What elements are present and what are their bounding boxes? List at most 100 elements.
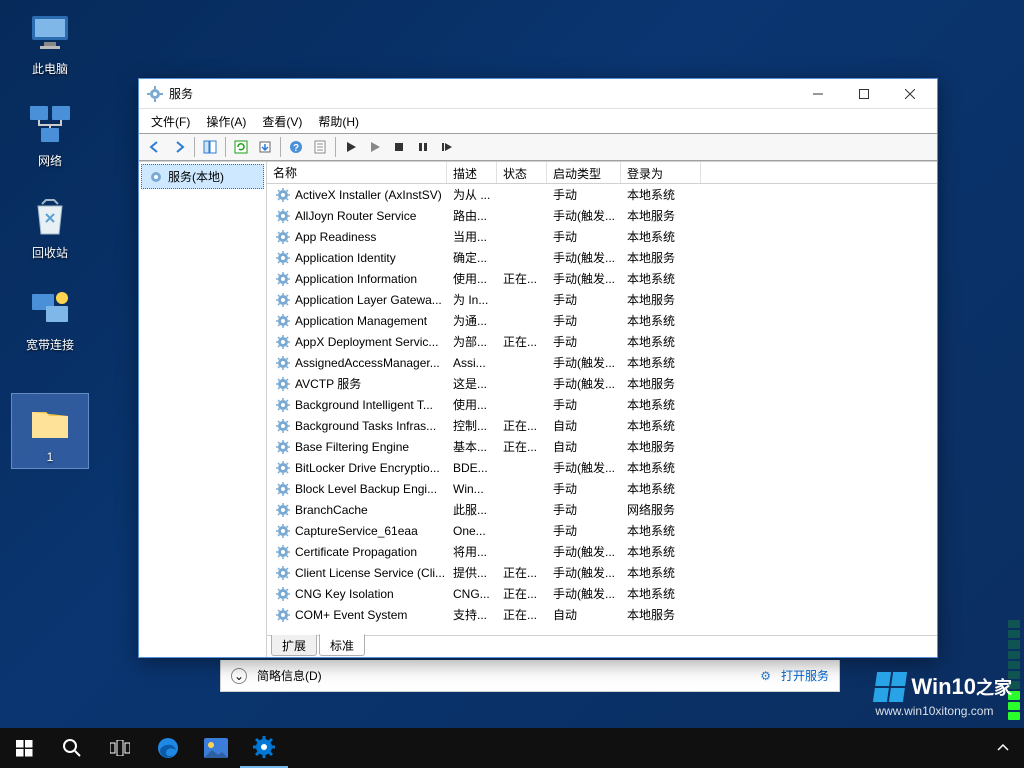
help-button[interactable]: ?	[284, 135, 308, 159]
column-header-state[interactable]: 状态	[497, 162, 547, 183]
folder-icon	[26, 398, 74, 446]
service-row[interactable]: Certificate Propagation将用...手动(触发...本地系统	[267, 541, 937, 562]
chevron-down-icon[interactable]: ⌄	[231, 668, 247, 684]
minimize-button[interactable]	[795, 79, 841, 109]
cell-start: 手动	[547, 396, 621, 413]
close-button[interactable]	[887, 79, 933, 109]
service-row[interactable]: CNG Key IsolationCNG...正在...手动(触发...本地系统	[267, 583, 937, 604]
service-row[interactable]: CaptureService_61eaaOne...手动本地系统	[267, 520, 937, 541]
taskbar[interactable]	[0, 728, 1024, 768]
cell-start: 手动	[547, 522, 621, 539]
cell-start: 手动	[547, 333, 621, 350]
service-row[interactable]: Application Identity确定...手动(触发...本地服务	[267, 247, 937, 268]
cell-name: Application Identity	[267, 250, 447, 266]
search-button[interactable]	[48, 728, 96, 768]
service-row[interactable]: AllJoyn Router Service路由...手动(触发...本地服务	[267, 205, 937, 226]
cell-start: 手动(触发...	[547, 207, 621, 224]
service-row[interactable]: Background Tasks Infras...控制...正在...自动本地…	[267, 415, 937, 436]
pause-service-button[interactable]	[411, 135, 435, 159]
cell-name: COM+ Event System	[267, 607, 447, 623]
cell-state: 正在...	[497, 606, 547, 623]
recycle-bin-icon	[26, 192, 74, 240]
tree-node-label: 服务(本地)	[168, 168, 224, 185]
service-row[interactable]: BitLocker Drive Encryptio...BDE...手动(触发.…	[267, 457, 937, 478]
service-row[interactable]: Application Layer Gatewa...为 In...手动本地服务	[267, 289, 937, 310]
cell-desc: Win...	[447, 482, 497, 496]
desktop-icon-this-pc[interactable]: 此电脑	[12, 8, 88, 77]
taskbar-edge[interactable]	[144, 728, 192, 768]
cell-logon: 本地系统	[621, 354, 701, 371]
cell-logon: 本地系统	[621, 459, 701, 476]
this-pc-icon	[26, 8, 74, 56]
column-header-description[interactable]: 描述	[447, 162, 497, 183]
task-view-button[interactable]	[96, 728, 144, 768]
gear-icon	[275, 481, 291, 497]
cell-desc: CNG...	[447, 587, 497, 601]
desktop-icon-recycle-bin[interactable]: 回收站	[12, 192, 88, 261]
menu-help[interactable]: 帮助(H)	[310, 111, 367, 132]
cell-name: CNG Key Isolation	[267, 586, 447, 602]
tab-standard[interactable]: 标准	[319, 634, 365, 656]
list-header: 名称 描述 状态 启动类型 登录为	[267, 162, 937, 184]
forward-button[interactable]	[167, 135, 191, 159]
cell-desc: 为通...	[447, 312, 497, 329]
back-button[interactable]	[143, 135, 167, 159]
cell-desc: 当用...	[447, 228, 497, 245]
export-list-button[interactable]	[253, 135, 277, 159]
cell-logon: 本地系统	[621, 396, 701, 413]
desktop-icon-broadband[interactable]: 宽带连接	[12, 284, 88, 353]
service-row[interactable]: Background Intelligent T...使用...手动本地系统	[267, 394, 937, 415]
stop-service-button[interactable]	[387, 135, 411, 159]
service-row[interactable]: ActiveX Installer (AxInstSV)为从 ...手动本地系统	[267, 184, 937, 205]
desktop-icon-network[interactable]: 网络	[12, 100, 88, 169]
column-header-name[interactable]: 名称	[267, 162, 447, 183]
cell-state: 正在...	[497, 417, 547, 434]
maximize-button[interactable]	[841, 79, 887, 109]
desktop-icon-label: 网络	[12, 152, 88, 169]
service-row[interactable]: Base Filtering Engine基本...正在...自动本地服务	[267, 436, 937, 457]
service-row[interactable]: AVCTP 服务这是...手动(触发...本地服务	[267, 373, 937, 394]
taskbar-pictures[interactable]	[192, 728, 240, 768]
desktop-icon-label: 宽带连接	[12, 336, 88, 353]
cell-name: ActiveX Installer (AxInstSV)	[267, 187, 447, 203]
service-row[interactable]: App Readiness当用...手动本地系统	[267, 226, 937, 247]
open-services-link[interactable]: 打开服务	[781, 667, 829, 684]
service-row[interactable]: Block Level Backup Engi...Win...手动本地系统	[267, 478, 937, 499]
service-list[interactable]: ActiveX Installer (AxInstSV)为从 ...手动本地系统…	[267, 184, 937, 635]
tray-chevron-up[interactable]	[988, 728, 1018, 768]
menu-action[interactable]: 操作(A)	[198, 111, 254, 132]
tree-pane[interactable]: 服务(本地)	[139, 162, 267, 657]
cell-start: 手动(触发...	[547, 459, 621, 476]
start-service-button[interactable]	[339, 135, 363, 159]
menu-file[interactable]: 文件(F)	[143, 111, 198, 132]
service-row[interactable]: COM+ Event System支持...正在...自动本地服务	[267, 604, 937, 625]
desktop-icon-folder-1[interactable]: 1	[12, 394, 88, 468]
service-row[interactable]: AssignedAccessManager...Assi...手动(触发...本…	[267, 352, 937, 373]
cell-state: 正在...	[497, 585, 547, 602]
service-row[interactable]: Application Information使用...正在...手动(触发..…	[267, 268, 937, 289]
cell-name: BranchCache	[267, 502, 447, 518]
desktop-icon-label: 1	[12, 450, 88, 464]
service-row[interactable]: Application Management为通...手动本地系统	[267, 310, 937, 331]
tab-extended[interactable]: 扩展	[271, 635, 317, 656]
service-row[interactable]: BranchCache此服...手动网络服务	[267, 499, 937, 520]
service-row[interactable]: Client License Service (Cli...提供...正在...…	[267, 562, 937, 583]
start-button[interactable]	[0, 728, 48, 768]
cell-name: Base Filtering Engine	[267, 439, 447, 455]
gear-icon: ⚙	[760, 669, 771, 683]
titlebar[interactable]: 服务	[139, 79, 937, 109]
properties-button[interactable]	[308, 135, 332, 159]
start-service-button-2[interactable]	[363, 135, 387, 159]
restart-service-button[interactable]	[435, 135, 459, 159]
cell-logon: 本地服务	[621, 606, 701, 623]
column-header-startup[interactable]: 启动类型	[547, 162, 621, 183]
show-hide-tree-button[interactable]	[198, 135, 222, 159]
tree-node-services-local[interactable]: 服务(本地)	[141, 164, 264, 189]
refresh-button[interactable]	[229, 135, 253, 159]
taskbar-settings[interactable]	[240, 728, 288, 768]
column-header-logon[interactable]: 登录为	[621, 162, 701, 183]
cell-start: 手动(触发...	[547, 543, 621, 560]
menu-view[interactable]: 查看(V)	[254, 111, 310, 132]
cell-desc: 确定...	[447, 249, 497, 266]
service-row[interactable]: AppX Deployment Servic...为部...正在...手动本地系…	[267, 331, 937, 352]
